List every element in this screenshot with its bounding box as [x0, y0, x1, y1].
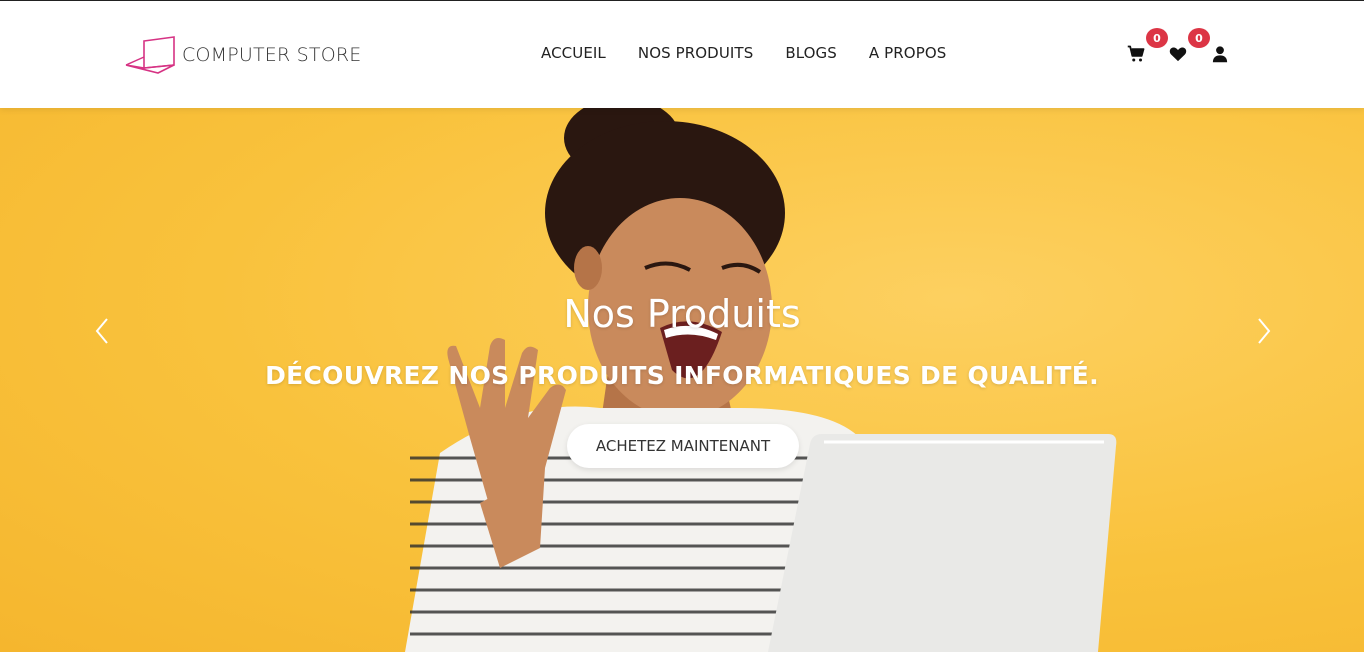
laptop-logo-icon — [125, 36, 175, 74]
main-nav: ACCUEIL NOS PRODUITS BLOGS A PROPOS — [541, 44, 978, 62]
header-icons: 0 0 — [1127, 28, 1231, 65]
cart-icon — [1127, 45, 1145, 62]
cart-button[interactable]: 0 — [1127, 28, 1168, 65]
site-header: COMPUTER STORE ACCUEIL NOS PRODUITS BLOG… — [0, 1, 1364, 108]
nav-item-blogs[interactable]: BLOGS — [785, 44, 837, 62]
hero-subtitle: DÉCOUVREZ NOS PRODUITS INFORMATIQUES DE … — [265, 361, 1099, 390]
wishlist-button[interactable]: 0 — [1169, 28, 1210, 65]
heart-icon — [1169, 47, 1187, 62]
wishlist-count-badge: 0 — [1188, 28, 1210, 48]
brand-name: COMPUTER STORE — [182, 44, 362, 66]
nav-item-accueil[interactable]: ACCUEIL — [541, 44, 606, 62]
hero-title: Nos Produits — [563, 292, 801, 336]
account-button[interactable] — [1211, 45, 1231, 65]
cart-count-badge: 0 — [1146, 28, 1168, 48]
brand-logo[interactable]: COMPUTER STORE — [124, 35, 361, 75]
nav-item-a-propos[interactable]: A PROPOS — [869, 44, 946, 62]
user-icon — [1212, 46, 1228, 63]
hero-banner: Nos Produits DÉCOUVREZ NOS PRODUITS INFO… — [0, 108, 1364, 652]
nav-item-nos-produits[interactable]: NOS PRODUITS — [638, 44, 753, 62]
shop-now-button[interactable]: ACHETEZ MAINTENANT — [567, 424, 799, 468]
